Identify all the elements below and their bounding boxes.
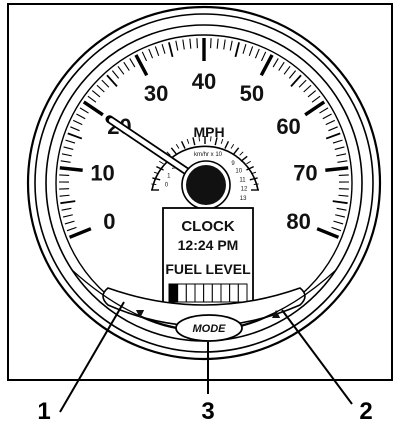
needle-hub [186,165,226,205]
fuel-segment-filled [168,283,179,303]
mode-button[interactable]: MODE [175,314,243,342]
major-tick [59,166,83,172]
speed-label: 10 [90,160,114,185]
fuel-segment-empty [211,283,222,303]
unit-label: MPH [193,124,224,140]
fuel-segment-empty [220,283,231,303]
speed-label: 0 [103,209,115,234]
lcd-line-clock-time: 12:24 PM [178,237,239,253]
fuel-segment-empty [185,283,196,303]
minor-tick [59,174,70,177]
speed-label: 50 [240,81,264,106]
inner-tick [151,183,157,185]
fuel-segment-empty [203,283,213,303]
callout-3: 3 [201,398,214,425]
down-arrow-icon[interactable]: ▼ [133,305,147,321]
minor-tick [338,174,349,177]
speed-label: 70 [293,160,317,185]
left-button[interactable]: ▼ [133,305,147,321]
inner-tick [210,136,212,142]
lcd-line-fuel-label: FUEL LEVEL [165,261,251,277]
inner-scale-label: 10 [235,169,242,175]
speedometer-diagram: 01020304050607080 MPH km/hr x 10 0129101… [7,3,393,425]
fuel-segment-empty [194,283,205,303]
right-button[interactable]: ▲ [269,305,283,321]
up-arrow-icon[interactable]: ▲ [269,305,283,321]
inner-tick [198,136,200,142]
speed-label: 80 [286,209,310,234]
major-tick [325,166,349,172]
inner-scale-label: 12 [241,187,248,193]
inner-scale-label: 13 [240,196,247,202]
fuel-segment-empty [229,283,239,303]
callout-1: 1 [37,398,50,425]
mode-button-label[interactable]: MODE [193,323,227,335]
fuel-segment-empty [177,283,187,303]
inner-tick [253,183,259,185]
inner-scale-caption: km/hr x 10 [194,152,223,158]
fuel-segment-empty [237,283,248,303]
speed-label: 60 [276,114,300,139]
speed-label: 30 [144,81,168,106]
fuel-level-bar [168,283,248,303]
callout-2: 2 [359,398,372,425]
speed-label: 40 [192,69,216,94]
inner-scale-label: 11 [239,177,246,183]
lcd-line-clock-label: CLOCK [181,218,234,235]
